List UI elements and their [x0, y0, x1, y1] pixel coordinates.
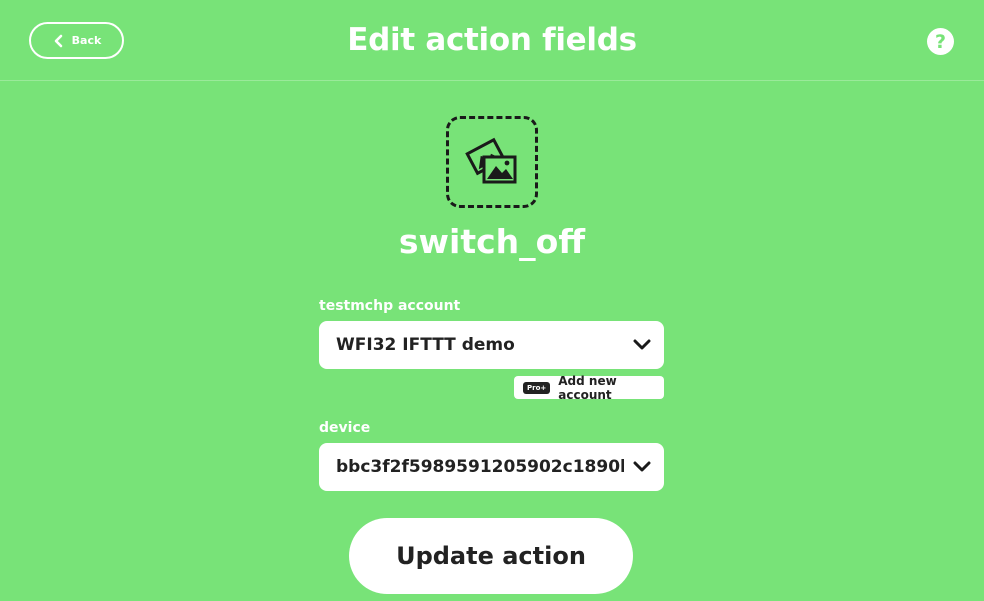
device-select-value: bbc3f2f5989591205902c1890b: [336, 457, 624, 477]
device-field-label: device: [319, 420, 371, 436]
update-action-button[interactable]: Update action: [349, 518, 633, 594]
help-icon[interactable]: ?: [927, 28, 954, 55]
header: Back Edit action fields ?: [0, 0, 984, 81]
page-title: Edit action fields: [347, 22, 637, 58]
pro-badge: Pro+: [523, 381, 551, 394]
help-glyph: ?: [934, 30, 947, 53]
chevron-down-icon: [632, 335, 652, 355]
edit-action-page: Back Edit action fields ? switch_off tes…: [0, 0, 984, 601]
device-select[interactable]: bbc3f2f5989591205902c1890b: [319, 443, 664, 491]
action-icon-frame: [446, 116, 538, 208]
action-name: switch_off: [398, 222, 586, 261]
account-select-value: WFI32 IFTTT demo: [336, 335, 515, 355]
add-account-button[interactable]: Pro+ Add new account: [514, 373, 664, 402]
account-select[interactable]: WFI32 IFTTT demo: [319, 321, 664, 369]
account-field-label: testmchp account: [319, 298, 461, 314]
add-account-label: Add new account: [558, 373, 617, 402]
photo-icon: [465, 137, 517, 184]
chevron-down-icon: [632, 457, 652, 477]
